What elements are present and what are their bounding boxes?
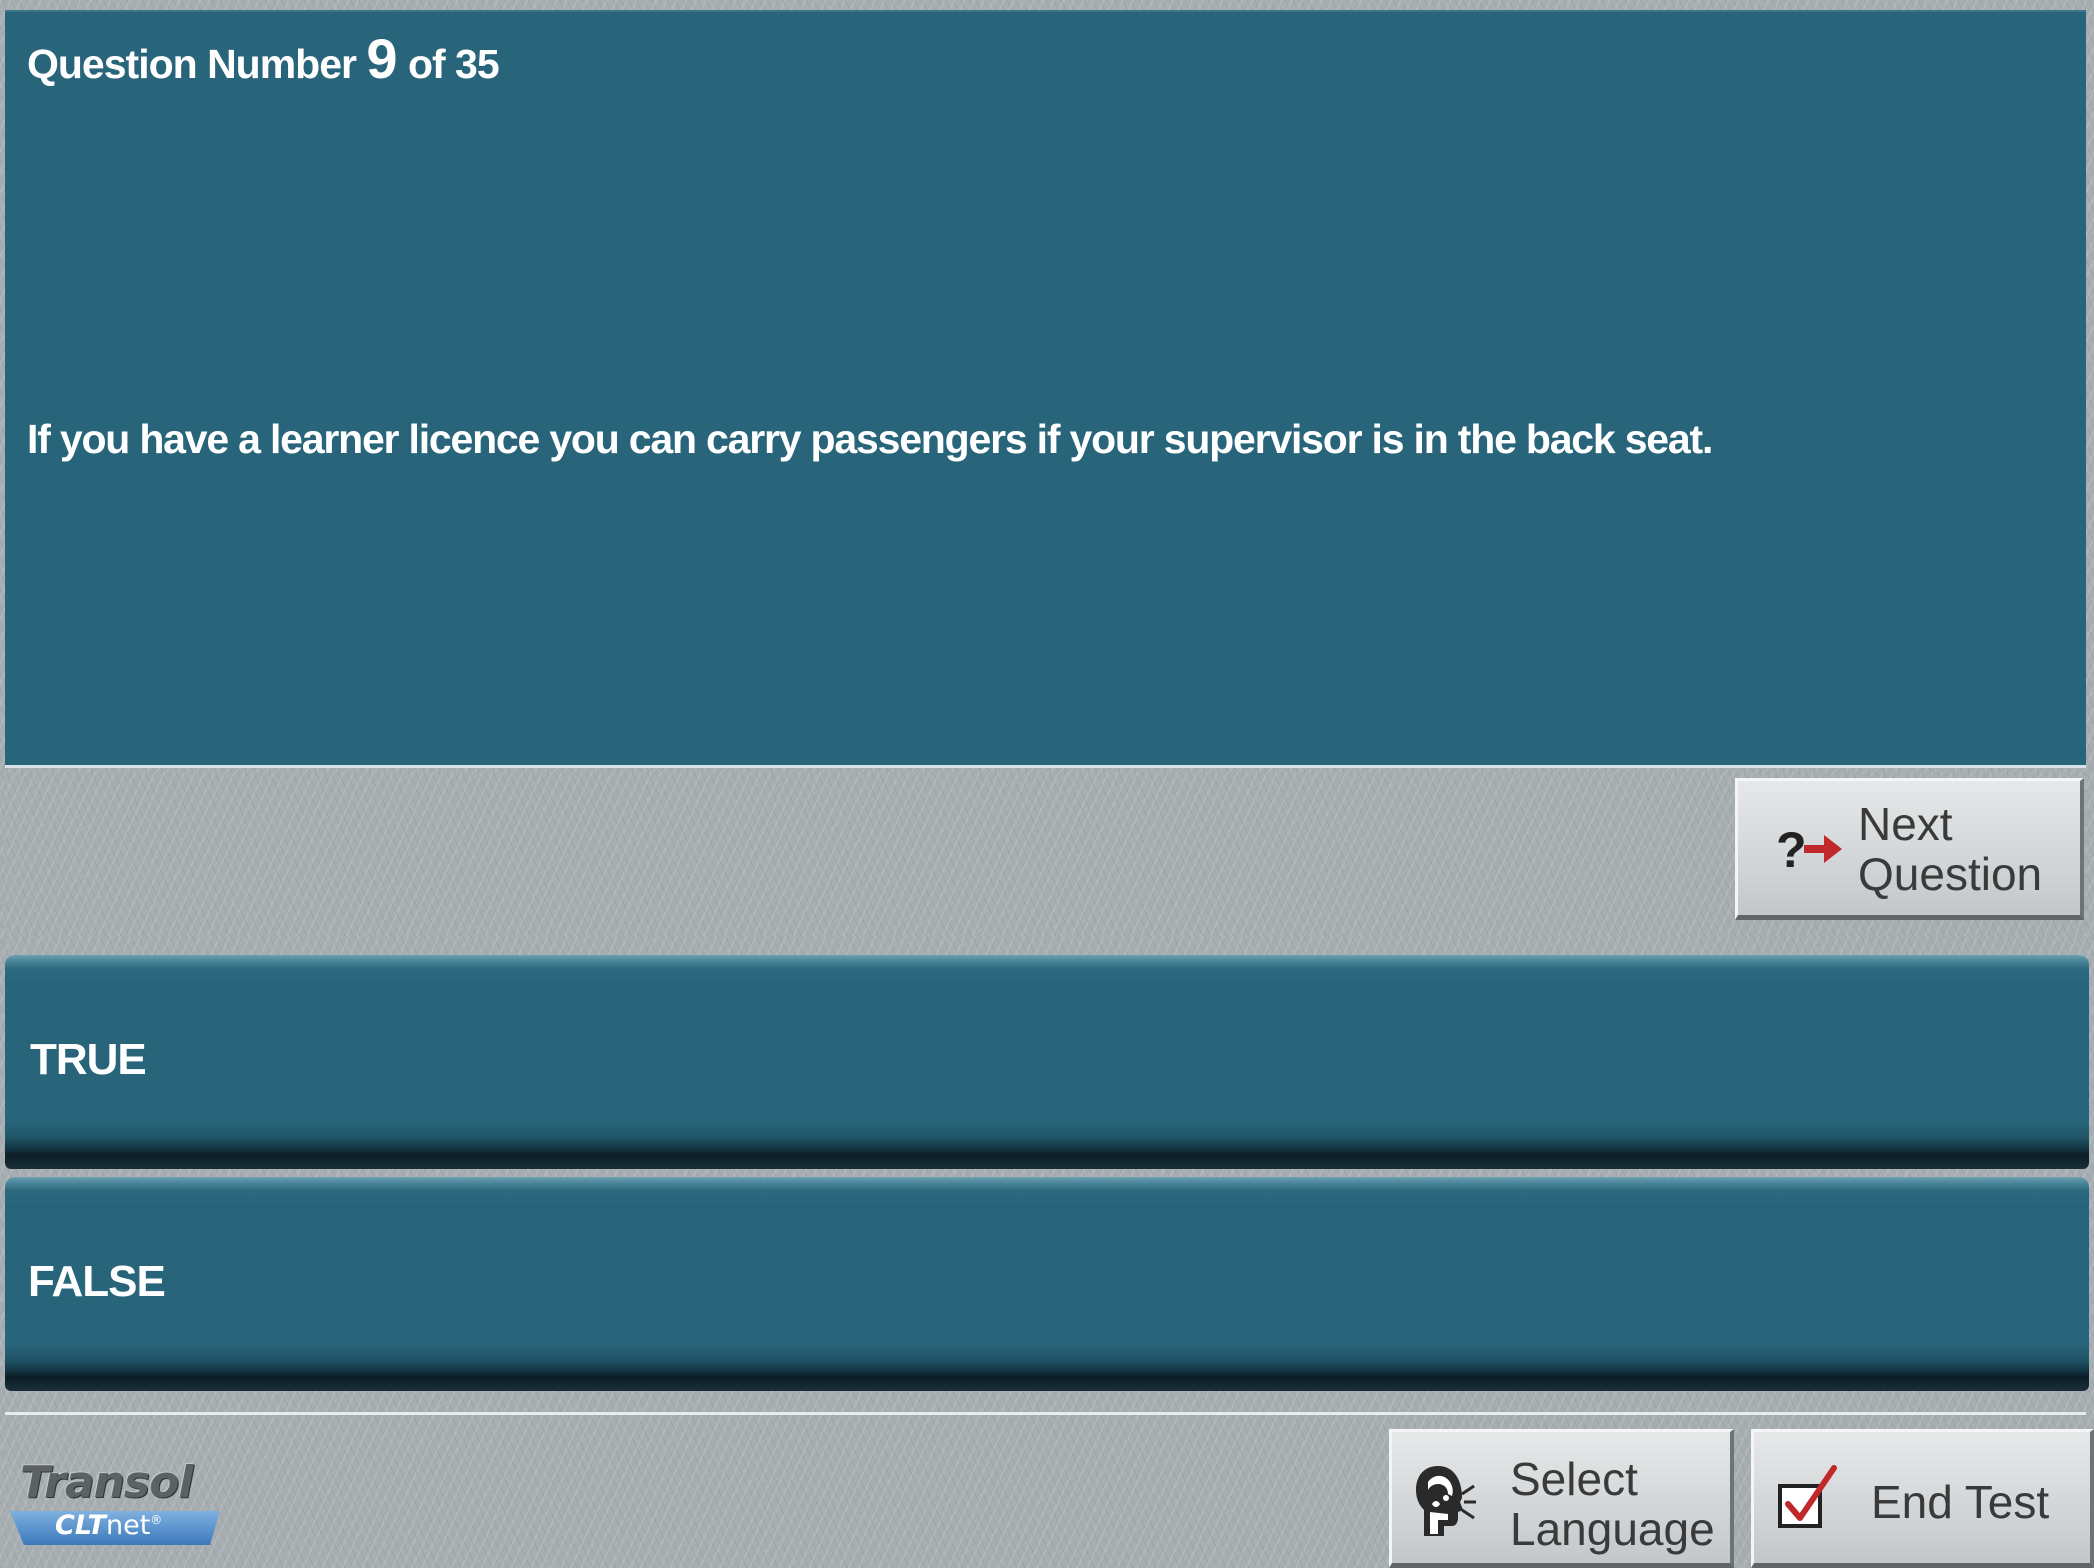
svg-text:?: ? (1776, 822, 1807, 878)
select-language-label: Select Language (1510, 1453, 1715, 1555)
question-number: 9 (366, 27, 398, 90)
next-question-button[interactable]: ? Next Question (1735, 778, 2084, 920)
end-test-label: End Test (1871, 1476, 2050, 1528)
divider (5, 1412, 2086, 1415)
question-counter-prefix: Question Number (27, 41, 357, 87)
logo-product: CLTnet® (55, 1510, 163, 1541)
question-counter: Question Number 9 of 35 (27, 26, 500, 91)
checkbox-tick-icon (1778, 1465, 1837, 1528)
speaking-head-icon (1416, 1466, 1476, 1536)
question-text: If you have a learner licence you can ca… (27, 416, 1713, 462)
answer-label: TRUE (30, 1035, 147, 1084)
answer-label: FALSE (28, 1257, 166, 1306)
test-screen: Question Number 9 of 35 If you have a le… (0, 0, 2094, 1568)
question-total: of 35 (407, 41, 500, 87)
question-arrow-icon: ? (1776, 822, 1842, 878)
next-question-label: Next Question (1858, 798, 2043, 900)
answer-option-true[interactable]: TRUE (5, 955, 2089, 1169)
question-panel: Question Number 9 of 35 If you have a le… (5, 10, 2086, 768)
answer-option-false[interactable]: FALSE (5, 1177, 2089, 1391)
end-test-button[interactable]: End Test (1751, 1429, 2094, 1568)
transol-cltnet-logo: Transol CLTnet® (10, 1455, 235, 1551)
logo-brand: Transol (20, 1457, 193, 1508)
select-language-button[interactable]: Select Language (1389, 1429, 1734, 1568)
